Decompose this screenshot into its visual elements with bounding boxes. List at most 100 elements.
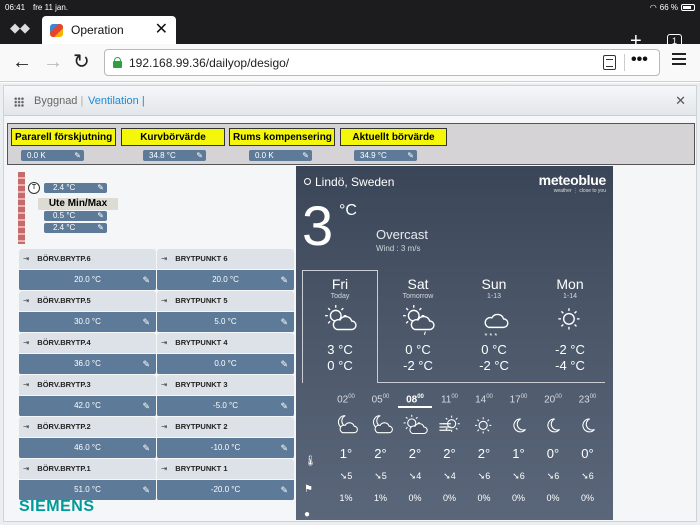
breakpoint-label: ⇥ BRYTPUNKT 6 (157, 249, 294, 269)
breakpoint-value[interactable]: -5.0 °C ✎ (157, 396, 294, 416)
hour-wind: ➘6 (477, 471, 491, 481)
external-link-icon[interactable]: ⇥ (23, 291, 29, 311)
breakpoint-value[interactable]: -20.0 °C ✎ (157, 480, 294, 500)
edit-pencil-icon[interactable]: ✎ (74, 150, 81, 161)
breakpoint-value[interactable]: 51.0 °C ✎ (19, 480, 156, 500)
edit-pencil-icon[interactable]: ✎ (97, 211, 104, 221)
external-link-icon[interactable]: ⇥ (23, 333, 29, 353)
hour-temperature: 2° (443, 446, 456, 461)
cloud-moon-icon (372, 415, 393, 434)
hour-label: 1400 (475, 394, 493, 406)
forecast-day[interactable]: Mon 1-14 -2 °C -4 °C (532, 276, 608, 374)
url-bar[interactable]: 192.168.99.36/dailyop/desigo/ ••• (104, 49, 660, 76)
setpoint-label: Kurvbörvärde (121, 128, 225, 146)
more-dots-icon[interactable]: ••• (631, 51, 648, 69)
forecast-hour[interactable]: 1100 2° ➘4 0% (433, 394, 467, 503)
outdoor-max-value[interactable]: 2.4 °C ✎ (44, 223, 107, 233)
hamburger-menu-icon[interactable] (672, 53, 686, 65)
private-mask-icon[interactable]: ◆◆ (10, 21, 32, 34)
outdoor-breakpoint: ⇥ BRYTPUNKT 6 20.0 °C ✎ (157, 249, 294, 291)
breakpoint-value[interactable]: 46.0 °C ✎ (19, 438, 156, 458)
edit-pencil-icon[interactable]: ✎ (302, 150, 309, 161)
edit-pencil-icon[interactable]: ✎ (142, 480, 150, 500)
tab-operation[interactable]: Operation ✕ (42, 16, 176, 44)
external-link-icon[interactable]: ⇥ (23, 459, 29, 479)
apps-grid-icon[interactable] (14, 97, 24, 107)
breakpoint-value[interactable]: 5.0 °C ✎ (157, 312, 294, 332)
setpoint-value[interactable]: 34.9 °C ✎ (354, 150, 417, 161)
forecast-hour[interactable]: 0200 1° ➘5 1% (329, 394, 363, 503)
hour-label: 2000 (544, 394, 562, 406)
external-link-icon[interactable]: ⇥ (161, 249, 167, 269)
cloudy-rain-icon (403, 305, 435, 335)
external-link-icon[interactable]: ⇥ (161, 375, 167, 395)
setpoint-label: Aktuellt börvärde (340, 128, 447, 146)
edit-pencil-icon[interactable]: ✎ (280, 312, 288, 332)
edit-pencil-icon[interactable]: ✎ (142, 354, 150, 374)
day-subtitle: 1-14 (562, 293, 577, 300)
breakpoint-value[interactable]: 20.0 °C ✎ (157, 270, 294, 290)
edit-pencil-icon[interactable]: ✎ (142, 396, 150, 416)
hour-wind: ➘4 (443, 471, 456, 481)
setpoint-label: Pararell förskjutning (11, 128, 116, 146)
forecast-day[interactable]: Sun 1-13 * * * 0 °C -2 °C (456, 276, 532, 374)
setpoint-breakpoint: ⇥ BÖRV.BRYTP.1 51.0 °C ✎ (19, 459, 156, 501)
breakpoint-value[interactable]: -10.0 °C ✎ (157, 438, 294, 458)
external-link-icon[interactable]: ⇥ (161, 459, 167, 479)
breadcrumb-ventilation[interactable]: Ventilation | (88, 95, 145, 107)
forward-icon[interactable]: → (43, 51, 63, 73)
outdoor-minmax-title: Ute Min/Max (38, 198, 118, 210)
breakpoint-value[interactable]: 0.0 °C ✎ (157, 354, 294, 374)
forecast-hour[interactable]: 0800 2° ➘4 0% (398, 394, 432, 503)
setpoint-value[interactable]: 34.8 °C ✎ (143, 150, 206, 161)
edit-pencil-icon[interactable]: ✎ (280, 396, 288, 416)
breakpoint-value[interactable]: 42.0 °C ✎ (19, 396, 156, 416)
day-high: 0 °C (405, 342, 431, 357)
hour-label: 0500 (371, 394, 390, 406)
external-link-icon[interactable]: ⇥ (161, 333, 167, 353)
setpoint-value[interactable]: 0.0 K ✎ (21, 150, 84, 161)
edit-pencil-icon[interactable]: ✎ (280, 354, 288, 374)
edit-pencil-icon[interactable]: ✎ (97, 223, 104, 233)
back-icon[interactable]: ← (12, 51, 32, 73)
edit-pencil-icon[interactable]: ✎ (280, 480, 288, 500)
edit-pencil-icon[interactable]: ✎ (407, 150, 414, 161)
edit-pencil-icon[interactable]: ✎ (280, 270, 288, 290)
edit-pencil-icon[interactable]: ✎ (142, 438, 150, 458)
external-link-icon[interactable]: ⇥ (23, 417, 29, 437)
forecast-hour[interactable]: 0500 2° ➘5 1% (364, 394, 398, 503)
meteoblue-logo[interactable]: meteoblue (539, 172, 607, 188)
setpoint-value[interactable]: 0.0 K ✎ (249, 150, 312, 161)
forecast-hour[interactable]: 2300 0° ➘6 0% (571, 394, 605, 503)
outdoor-temp-value[interactable]: 2.4 °C ✎ (44, 183, 107, 193)
edit-pencil-icon[interactable]: ✎ (196, 150, 203, 161)
current-condition: Overcast (376, 227, 429, 242)
reload-icon[interactable]: ↻ (73, 51, 90, 73)
close-icon[interactable]: ✕ (155, 19, 168, 39)
forecast-day[interactable]: Sat Tomorrow 0 °C -2 °C (380, 276, 456, 374)
tools-icon[interactable]: ✕ (675, 93, 686, 109)
reader-view-icon[interactable] (603, 55, 616, 70)
edit-pencil-icon[interactable]: ✎ (142, 312, 150, 332)
breakpoint-value[interactable]: 20.0 °C ✎ (19, 270, 156, 290)
outdoor-min-value[interactable]: 0.5 °C ✎ (44, 211, 107, 221)
setpoint-label: Rums kompensering (229, 128, 335, 146)
breadcrumb-building[interactable]: Byggnad | (34, 95, 83, 107)
external-link-icon[interactable]: ⇥ (161, 291, 167, 311)
edit-pencil-icon[interactable]: ✎ (142, 270, 150, 290)
forecast-hour[interactable]: 1400 2° ➘6 0% (467, 394, 501, 503)
edit-pencil-icon[interactable]: ✎ (280, 438, 288, 458)
edit-pencil-icon[interactable]: ✎ (97, 183, 104, 193)
breakpoint-value[interactable]: 36.0 °C ✎ (19, 354, 156, 374)
forecast-day[interactable]: Fri Today 3 °C 0 °C (302, 276, 378, 374)
breakpoint-value[interactable]: 30.0 °C ✎ (19, 312, 156, 332)
forecast-hour[interactable]: 1700 1° ➘6 0% (502, 394, 536, 503)
external-link-icon[interactable]: ⇥ (23, 249, 29, 269)
hour-temperature: 0° (581, 446, 594, 461)
url-text[interactable]: 192.168.99.36/dailyop/desigo/ (129, 56, 289, 70)
external-link-icon[interactable]: ⇥ (23, 375, 29, 395)
setpoint-room-compensation: Rums kompensering 0.0 K ✎ (229, 128, 335, 161)
forecast-hour[interactable]: 2000 0° ➘6 0% (536, 394, 570, 503)
external-link-icon[interactable]: ⇥ (161, 417, 167, 437)
weather-location[interactable]: Lindö, Sweden (304, 175, 394, 189)
